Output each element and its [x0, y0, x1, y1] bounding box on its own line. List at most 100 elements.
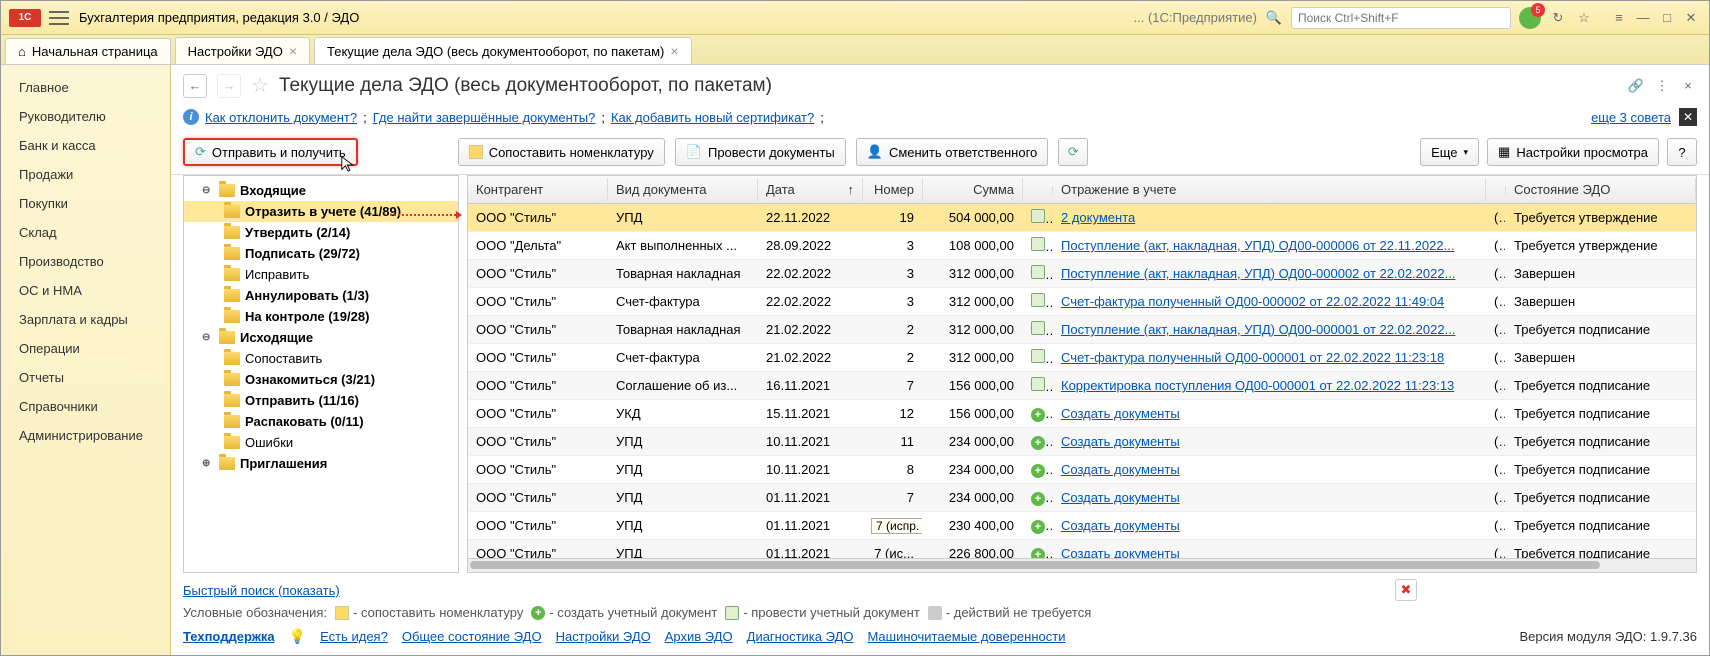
- col-bracket[interactable]: [1486, 186, 1506, 194]
- notifications-icon[interactable]: [1519, 7, 1541, 29]
- col-num[interactable]: Номер: [863, 178, 923, 201]
- tree-control[interactable]: На контроле (19/28): [184, 306, 458, 327]
- collapse-icon[interactable]: ⊖: [202, 185, 214, 196]
- cell-reflection[interactable]: Поступление (акт, накладная, УПД) ОД00-0…: [1053, 262, 1486, 285]
- cell-reflection[interactable]: Создать документы: [1053, 458, 1486, 481]
- table-row[interactable]: ООО "Стиль"Товарная накладная21.02.20222…: [468, 316, 1696, 344]
- sidebar-item[interactable]: Главное: [1, 73, 170, 102]
- scrollbar-horizontal[interactable]: [468, 558, 1696, 572]
- change-owner-button[interactable]: 👤Сменить ответственного: [856, 138, 1049, 166]
- history-icon[interactable]: ↻: [1549, 9, 1567, 27]
- sidebar-item[interactable]: Операции: [1, 334, 170, 363]
- cell-reflection[interactable]: Создать документы: [1053, 486, 1486, 509]
- table-row[interactable]: ООО "Стиль"Счет-фактура21.02.20222312 00…: [468, 344, 1696, 372]
- table-row[interactable]: ООО "Стиль"УПД01.11.20217234 000,00Созда…: [468, 484, 1696, 512]
- sidebar-item[interactable]: Банк и касса: [1, 131, 170, 160]
- col-doctype[interactable]: Вид документа: [608, 178, 758, 201]
- tree-sign[interactable]: Подписать (29/72): [184, 243, 458, 264]
- table-row[interactable]: ООО "Стиль"УПД01.11.20217 (ис...226 800,…: [468, 540, 1696, 558]
- tree-fix[interactable]: Исправить: [184, 264, 458, 285]
- close-button[interactable]: ✕: [1681, 10, 1701, 26]
- col-icon[interactable]: [1023, 186, 1053, 194]
- menu-icon[interactable]: [49, 11, 69, 25]
- tree-unpack[interactable]: Распаковать (0/11): [184, 411, 458, 432]
- cell-reflection[interactable]: Создать документы: [1053, 542, 1486, 558]
- tab-current-edo[interactable]: Текущие дела ЭДО (весь документооборот, …: [314, 37, 692, 64]
- hint-link[interactable]: Как добавить новый сертификат?: [611, 110, 814, 125]
- close-hints-button[interactable]: ✕: [1679, 108, 1697, 126]
- collapse-icon[interactable]: ⊖: [202, 332, 214, 343]
- hint-link[interactable]: Где найти завершённые документы?: [373, 110, 596, 125]
- sidebar-item[interactable]: ОС и НМА: [1, 276, 170, 305]
- tree-review[interactable]: Ознакомиться (3/21): [184, 369, 458, 390]
- favorites-icon[interactable]: ☆: [1575, 9, 1593, 27]
- maximize-button[interactable]: □: [1657, 10, 1677, 26]
- table-row[interactable]: ООО "Стиль"УПД10.11.202111234 000,00Созд…: [468, 428, 1696, 456]
- search-input[interactable]: [1291, 7, 1511, 29]
- hint-link[interactable]: Как отклонить документ?: [205, 110, 357, 125]
- minimize-button[interactable]: —: [1633, 10, 1653, 26]
- footer-link[interactable]: Диагностика ЭДО: [747, 629, 854, 644]
- send-receive-button[interactable]: ⟳Отправить и получить: [183, 138, 358, 166]
- delete-button[interactable]: ✖: [1395, 579, 1417, 601]
- help-button[interactable]: ?: [1667, 138, 1697, 166]
- tree-cancel[interactable]: Аннулировать (1/3): [184, 285, 458, 306]
- hint-more-link[interactable]: еще 3 совета: [1591, 110, 1671, 125]
- cell-action-icon[interactable]: [1023, 458, 1053, 482]
- col-status[interactable]: Состояние ЭДО: [1506, 178, 1696, 201]
- view-settings-button[interactable]: ▦Настройки просмотра: [1487, 138, 1659, 166]
- search-global-icon[interactable]: 🔍: [1265, 9, 1283, 27]
- cell-action-icon[interactable]: [1023, 373, 1053, 398]
- table-row[interactable]: ООО "Стиль"Товарная накладная22.02.20223…: [468, 260, 1696, 288]
- table-row[interactable]: ООО "Стиль"Счет-фактура22.02.20223312 00…: [468, 288, 1696, 316]
- sidebar-item[interactable]: Отчеты: [1, 363, 170, 392]
- cell-action-icon[interactable]: [1023, 402, 1053, 426]
- sidebar-item[interactable]: Продажи: [1, 160, 170, 189]
- close-icon[interactable]: ×: [670, 43, 678, 59]
- table-row[interactable]: ООО "Стиль"УПД10.11.20218234 000,00Созда…: [468, 456, 1696, 484]
- footer-link[interactable]: Общее состояние ЭДО: [402, 629, 542, 644]
- support-link[interactable]: Техподдержка: [183, 629, 275, 644]
- link-icon[interactable]: 🔗: [1627, 77, 1645, 95]
- col-refl[interactable]: Отражение в учете: [1053, 178, 1486, 201]
- table-row[interactable]: ООО "Стиль"УПД22.11.202219504 000,002 до…: [468, 204, 1696, 232]
- cell-action-icon[interactable]: [1023, 486, 1053, 510]
- tree-send[interactable]: Отправить (11/16): [184, 390, 458, 411]
- col-date[interactable]: Дата ↑: [758, 178, 863, 201]
- table-row[interactable]: ООО "Стиль"Соглашение об из...16.11.2021…: [468, 372, 1696, 400]
- settings-icon[interactable]: ≡: [1609, 10, 1629, 26]
- sidebar-item[interactable]: Администрирование: [1, 421, 170, 450]
- col-contractor[interactable]: Контрагент: [468, 178, 608, 201]
- sidebar-item[interactable]: Зарплата и кадры: [1, 305, 170, 334]
- cell-reflection[interactable]: Поступление (акт, накладная, УПД) ОД00-0…: [1053, 318, 1486, 341]
- tab-home[interactable]: ⌂Начальная страница: [5, 38, 171, 64]
- tree-invites[interactable]: ⊕Приглашения: [184, 453, 458, 474]
- tab-settings-edo[interactable]: Настройки ЭДО×: [175, 37, 310, 64]
- sidebar-item[interactable]: Производство: [1, 247, 170, 276]
- table-row[interactable]: ООО "Дельта"Акт выполненных ...28.09.202…: [468, 232, 1696, 260]
- expand-icon[interactable]: ⊕: [202, 458, 214, 469]
- sidebar-item[interactable]: Склад: [1, 218, 170, 247]
- footer-link[interactable]: Машиночитаемые доверенности: [867, 629, 1065, 644]
- cell-reflection[interactable]: Создать документы: [1053, 402, 1486, 425]
- nav-back-button[interactable]: ←: [183, 74, 207, 98]
- sidebar-item[interactable]: Покупки: [1, 189, 170, 218]
- cell-action-icon[interactable]: [1023, 289, 1053, 314]
- favorite-star-icon[interactable]: ☆: [251, 73, 269, 98]
- cell-action-icon[interactable]: [1023, 430, 1053, 454]
- col-sum[interactable]: Сумма: [923, 178, 1023, 201]
- cell-action-icon[interactable]: [1023, 345, 1053, 370]
- refresh-button[interactable]: ⟳: [1058, 138, 1088, 166]
- nav-forward-button[interactable]: →: [217, 74, 241, 98]
- tree-incoming[interactable]: ⊖Входящие: [184, 180, 458, 201]
- cell-reflection[interactable]: Поступление (акт, накладная, УПД) ОД00-0…: [1053, 234, 1486, 257]
- cell-action-icon[interactable]: [1023, 205, 1053, 230]
- table-row[interactable]: ООО "Стиль"УКД15.11.202112156 000,00Созд…: [468, 400, 1696, 428]
- footer-link[interactable]: Настройки ЭДО: [556, 629, 651, 644]
- quick-search-link[interactable]: Быстрый поиск (показать): [183, 583, 340, 598]
- tree-errors[interactable]: Ошибки: [184, 432, 458, 453]
- cell-reflection[interactable]: Создать документы: [1053, 430, 1486, 453]
- tree-match[interactable]: Сопоставить: [184, 348, 458, 369]
- more-button[interactable]: Еще▾: [1420, 138, 1479, 166]
- more-icon[interactable]: ⋮: [1653, 77, 1671, 95]
